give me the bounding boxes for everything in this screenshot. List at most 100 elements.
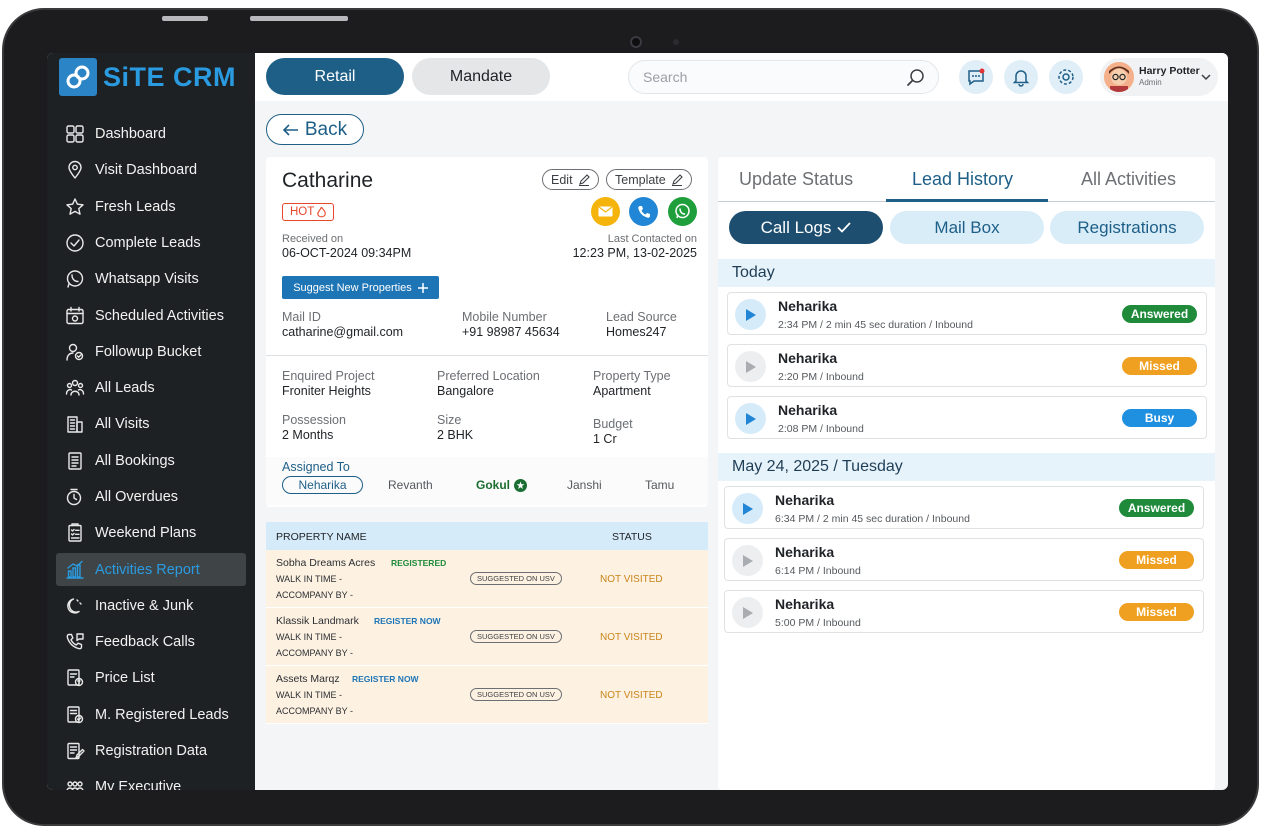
sidebar-item-inactive-junk[interactable]: Inactive & Junk <box>56 590 246 622</box>
sidebar-item-registration-data[interactable]: Registration Data <box>56 735 246 767</box>
assignee-chip-owner[interactable]: Gokul <box>476 478 528 492</box>
assignee-chip-selected[interactable]: Neharika <box>282 476 363 494</box>
subtab-mail-box[interactable]: Mail Box <box>890 211 1044 244</box>
size-value: 2 BHK <box>437 428 474 442</box>
lead-card: Catharine HOT Edit Template Received on … <box>266 157 708 507</box>
logo[interactable]: SiTE CRM <box>59 57 236 97</box>
call-log-row[interactable]: Neharika 6:14 PM / Inbound Missed <box>724 538 1204 581</box>
chat-icon <box>968 68 985 86</box>
calendar-icon <box>65 306 85 326</box>
call-log-row[interactable]: Neharika 2:34 PM / 2 min 45 sec duration … <box>727 292 1207 335</box>
table-row[interactable]: Assets Marqz REGISTER NOW WALK IN TIME - AC… <box>266 666 708 724</box>
tab-update-status[interactable]: Update Status <box>739 169 853 190</box>
sidebar-item-fresh-leads[interactable]: Fresh Leads <box>56 191 246 223</box>
play-button[interactable] <box>732 545 763 576</box>
play-button[interactable] <box>732 493 763 524</box>
pencil-icon <box>671 173 683 186</box>
assignee-name: Gokul <box>476 478 511 492</box>
call-status-badge: Missed <box>1122 357 1197 375</box>
sidebar-item-label: Activities Report <box>95 561 200 578</box>
assignee-name[interactable]: Tamu <box>645 478 674 492</box>
email-button[interactable] <box>591 197 620 226</box>
sidebar-item-visit-dashboard[interactable]: Visit Dashboard <box>56 154 246 186</box>
sidebar-item-all-bookings[interactable]: All Bookings <box>56 445 246 477</box>
tab-lead-history[interactable]: Lead History <box>912 169 1013 190</box>
sidebar-item-activities-report[interactable]: Activities Report <box>56 553 246 586</box>
settings-button[interactable] <box>1049 60 1083 94</box>
call-log-row[interactable]: Neharika 2:08 PM / Inbound Busy <box>727 396 1207 439</box>
retail-button[interactable]: Retail <box>266 58 404 95</box>
power-button <box>250 16 348 21</box>
tab-all-activities[interactable]: All Activities <box>1081 169 1176 190</box>
caller-name: Neharika <box>775 492 835 508</box>
table-row[interactable]: Sobha Dreams Acres REGISTERED WALK IN TIME… <box>266 550 708 608</box>
whatsapp-button[interactable] <box>668 197 697 226</box>
assignee-name[interactable]: Janshi <box>567 478 602 492</box>
notification-button[interactable] <box>1004 60 1038 94</box>
section-title: May 24, 2025 / Tuesday <box>732 458 903 475</box>
sensor-icon <box>673 39 679 45</box>
size-label: Size <box>437 413 462 427</box>
visit-status: NOT VISITED <box>600 690 663 701</box>
search-icon[interactable] <box>906 68 926 88</box>
sidebar-item-m-registered-leads[interactable]: M. Registered Leads <box>56 699 246 731</box>
arrow-left-icon <box>282 123 298 136</box>
user-role: Admin <box>1139 78 1162 87</box>
clock-alert-icon <box>65 487 85 507</box>
user-menu[interactable]: Harry Potter Admin <box>1100 58 1218 96</box>
property-tag[interactable]: REGISTER NOW <box>352 674 419 684</box>
back-button[interactable]: Back <box>266 114 364 145</box>
sidebar-item-dashboard[interactable]: Dashboard <box>56 118 246 150</box>
template-button[interactable]: Template <box>606 169 692 190</box>
visit-status: NOT VISITED <box>600 574 663 585</box>
subtab-registrations[interactable]: Registrations <box>1050 211 1204 244</box>
chat-button[interactable] <box>959 60 993 94</box>
sidebar-item-my-executive[interactable]: My Executive <box>56 771 246 790</box>
call-log-row[interactable]: Neharika 2:20 PM / Inbound Missed <box>727 344 1207 387</box>
section-header: Today <box>718 259 1215 287</box>
source-value: Homes247 <box>606 325 667 339</box>
gear-icon <box>1058 69 1074 85</box>
call-button[interactable] <box>629 197 658 226</box>
sidebar-item-label: Visit Dashboard <box>95 162 198 179</box>
edit-button[interactable]: Edit <box>542 169 599 190</box>
property-tag[interactable]: REGISTER NOW <box>374 616 441 626</box>
play-button[interactable] <box>735 403 766 434</box>
price-list-icon <box>65 668 85 688</box>
sidebar-item-weekend-plans[interactable]: Weekend Plans <box>56 517 246 549</box>
mandate-button[interactable]: Mandate <box>412 58 550 95</box>
play-button[interactable] <box>732 597 763 628</box>
column-header-status: STATUS <box>612 531 652 543</box>
play-button[interactable] <box>735 299 766 330</box>
suggest-properties-button[interactable]: Suggest New Properties <box>282 276 439 299</box>
call-log-row[interactable]: Neharika 5:00 PM / Inbound Missed <box>724 590 1204 633</box>
sidebar-item-all-leads[interactable]: All Leads <box>56 372 246 404</box>
sidebar-item-feedback-calls[interactable]: Feedback Calls <box>56 626 246 658</box>
document-icon <box>65 451 85 471</box>
assigned-section: Assigned To Neharika Revanth Gokul Jansh… <box>266 457 708 505</box>
table-row[interactable]: Klassik Landmark REGISTER NOW WALK IN TIME… <box>266 608 708 666</box>
chevron-down-icon <box>1201 74 1211 81</box>
call-log-row[interactable]: Neharika 6:34 PM / 2 min 45 sec duration … <box>724 486 1204 529</box>
subtab-call-logs[interactable]: Call Logs <box>729 211 883 244</box>
search-input[interactable]: Search <box>628 60 939 94</box>
assignee-name[interactable]: Revanth <box>388 478 433 492</box>
sidebar-item-label: Scheduled Activities <box>95 307 224 324</box>
sidebar-item-price-list[interactable]: Price List <box>56 662 246 694</box>
tab-active-indicator <box>886 199 1048 202</box>
sidebar-item-all-overdues[interactable]: All Overdues <box>56 481 246 513</box>
assigned-label: Assigned To <box>282 460 350 474</box>
sidebar-item-all-visits[interactable]: All Visits <box>56 408 246 440</box>
sidebar-item-scheduled-activities[interactable]: Scheduled Activities <box>56 299 246 331</box>
call-status-badge: Busy <box>1122 409 1197 427</box>
accompany-label: ACCOMPANY BY - <box>276 648 354 658</box>
sidebar-item-whatsapp-visits[interactable]: Whatsapp Visits <box>56 263 246 295</box>
logo-mark-icon <box>59 58 97 96</box>
sidebar-item-complete-leads[interactable]: Complete Leads <box>56 227 246 259</box>
mail-label: Mail ID <box>282 310 321 324</box>
call-status-badge: Answered <box>1119 499 1194 517</box>
sidebar-item-followup-bucket[interactable]: Followup Bucket <box>56 336 246 368</box>
star-badge-icon <box>514 478 528 492</box>
play-button[interactable] <box>735 351 766 382</box>
project-label: Enquired Project <box>282 369 375 383</box>
